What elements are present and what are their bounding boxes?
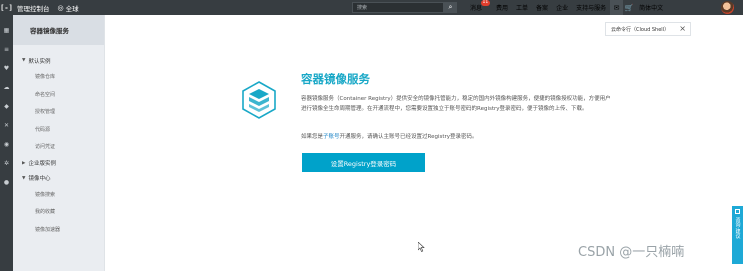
cross-icon[interactable]: ✕ [0,119,13,132]
caret-down-icon: ▼ [22,175,26,181]
subaccount-link[interactable]: 子账号 [323,134,340,140]
note-suffix: 开通服务，请确认主账号已经设置过Registry登录密码。 [339,134,478,140]
sidebar-item-authorization[interactable]: 授权管理 [13,103,104,121]
tickets-link[interactable]: 工单 [512,0,532,15]
sidebar-item-image-search[interactable]: 镜像搜索 [13,186,104,204]
sidebar-group-label: 默认实例 [28,58,51,65]
mail-icon[interactable]: ✉ [610,0,624,15]
cloud-shell-label: 云命令行（Cloud Shell） [611,26,670,33]
product-icon-rail: ▦ ≡ ♥ ☁ ◆ ✕ ◉ ✲ ● [0,15,13,271]
sidebar-item-access-credentials[interactable]: 访问凭证 [13,138,104,156]
sidebar-item-favorites[interactable]: 我的收藏 [13,203,104,221]
caret-down-icon: ▼ [22,58,26,63]
region-selector[interactable]: ◎ 全球 [54,0,83,15]
cloud-shell-tooltip: 云命令行（Cloud Shell） × [605,22,691,36]
sidebar-group-label: 企业版实例 [28,161,56,167]
page-title: 容器镜像服务 [301,72,370,86]
globe-icon: ◎ [57,3,64,12]
search-input[interactable]: 搜索 [352,2,444,13]
sidebar-item-code-source[interactable]: 代码源 [13,121,104,139]
console-logo[interactable]: [-] [0,0,13,15]
cart-icon[interactable]: 🛒 [623,0,635,15]
service-sidebar: 容器镜像服务 ▼ 默认实例 镜像仓库 命名空间 授权管理 代码源 访问凭证 ▶ … [13,15,105,271]
heart-icon[interactable]: ♥ [0,62,13,75]
dot-icon[interactable]: ● [0,176,13,189]
container-registry-icon [242,81,276,119]
filing-link[interactable]: 备案 [532,0,552,15]
support-link[interactable]: 支持与服务 [572,0,610,15]
cloud-icon[interactable]: ☁ [0,81,13,94]
globe-icon[interactable]: ◉ [0,138,13,151]
layers-icon[interactable]: ◆ [0,100,13,113]
avatar[interactable] [721,1,734,14]
sidebar-item-accelerator[interactable]: 镜像加速器 [13,221,104,239]
sidebar-group-default-instance[interactable]: ▼ 默认实例 [13,53,104,68]
sidebar-item-namespaces[interactable]: 命名空间 [13,86,104,104]
sidebar-group-image-center[interactable]: ▼ 镜像中心 [13,171,104,186]
grid-icon[interactable]: ▦ [0,24,13,37]
feedback-icon [735,209,740,214]
feedback-label: 咨询·建议 [734,217,741,239]
mouse-cursor-icon [418,242,425,252]
fees-link[interactable]: 费用 [492,0,512,15]
sidebar-item-repositories[interactable]: 镜像仓库 [13,68,104,86]
set-registry-password-button[interactable]: 设置Registry登录密码 [302,153,425,172]
main-content [105,15,743,271]
note-prefix: 如果您是 [301,134,324,140]
close-icon[interactable]: × [679,24,686,33]
sidebar-group-enterprise-instance[interactable]: ▶ 企业版实例 [13,156,104,171]
messages-count-badge: 11 [481,0,490,6]
search-icon[interactable]: ⌕ [444,2,457,13]
sidebar-group-label: 镜像中心 [28,176,51,182]
region-label: 全球 [65,4,79,13]
service-description: 容器镜像服务（Container Registry）提供安全的镜像托管能力，稳定… [301,96,611,112]
feedback-side-tab[interactable]: 咨询·建议 [732,206,743,264]
caret-right-icon: ▶ [22,160,26,166]
language-selector[interactable]: 简体中文 [635,0,667,15]
console-home-link[interactable]: 管理控制台 [13,0,54,15]
node-icon[interactable]: ✲ [0,157,13,170]
top-right-menu: 消息 费用 工单 备案 企业 支持与服务 ✉ 🛒 简体中文 [466,0,667,15]
list-icon[interactable]: ≡ [0,43,13,56]
sidebar-title: 容器镜像服务 [13,15,104,45]
csdn-watermark: CSDN @一只楠喃 [578,245,685,260]
subaccount-note: 如果您是子账号开通服务，请确认主账号已经设置过Registry登录密码。 [301,133,611,141]
enterprise-link[interactable]: 企业 [552,0,572,15]
